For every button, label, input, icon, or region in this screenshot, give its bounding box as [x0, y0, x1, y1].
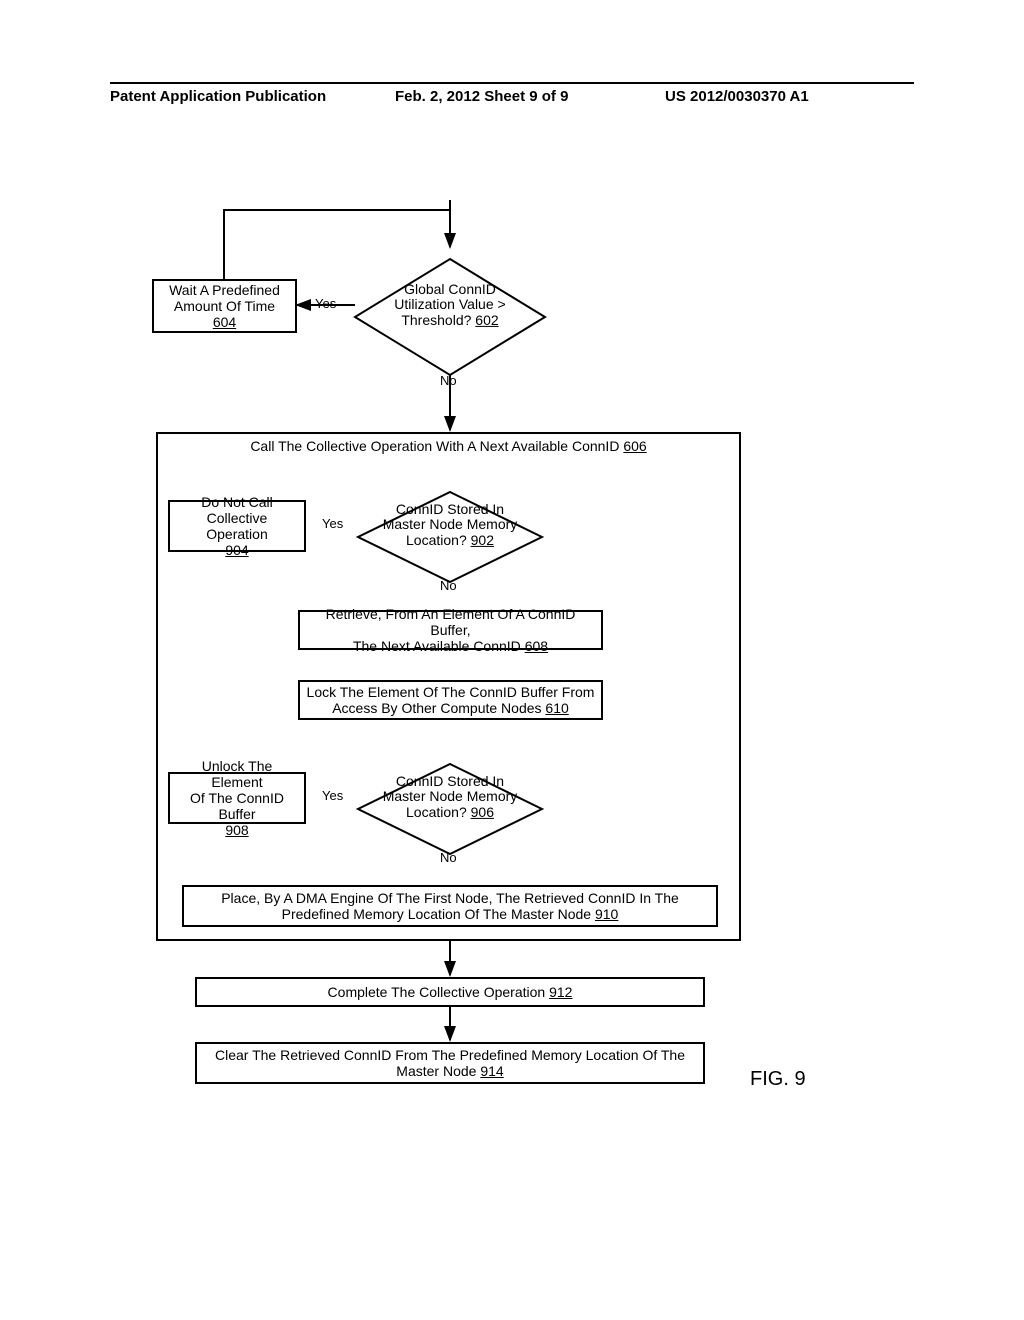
process-904: Do Not Call Collective Operation 904: [168, 500, 306, 552]
process-610-line1: Lock The Element Of The ConnID Buffer Fr…: [307, 684, 595, 700]
process-608-ref: 608: [525, 638, 548, 654]
process-908: Unlock The Element Of The ConnID Buffer …: [168, 772, 306, 824]
process-610-line2: Access By Other Compute Nodes: [332, 700, 541, 716]
decision-906-line1: ConnID Stored In: [396, 773, 504, 789]
decision-902-line3: Location?: [406, 532, 467, 548]
process-914: Clear The Retrieved ConnID From The Pred…: [195, 1042, 705, 1084]
edge-902-no: No: [440, 578, 457, 593]
decision-902-line2: Master Node Memory: [383, 516, 518, 532]
process-912: Complete The Collective Operation 912: [195, 977, 705, 1007]
process-604: Wait A Predefined Amount Of Time 604: [152, 279, 297, 333]
process-914-line2: Master Node: [396, 1063, 476, 1079]
process-608-line1: Retrieve, From An Element Of A ConnID Bu…: [326, 606, 576, 638]
figure-label: FIG. 9: [750, 1068, 806, 1091]
process-908-ref: 908: [225, 822, 248, 838]
process-910: Place, By A DMA Engine Of The First Node…: [182, 885, 718, 927]
container-606-title: Call The Collective Operation With A Nex…: [250, 438, 619, 454]
edge-902-yes: Yes: [322, 516, 343, 531]
process-912-ref: 912: [549, 984, 572, 1000]
edge-906-no: No: [440, 850, 457, 865]
process-904-line1: Do Not Call Collective: [176, 494, 298, 526]
process-910-ref: 910: [595, 906, 618, 922]
decision-906-line2: Master Node Memory: [383, 788, 518, 804]
decision-902-ref: 902: [471, 532, 494, 548]
process-910-line1: Place, By A DMA Engine Of The First Node…: [221, 890, 679, 906]
process-910-line2: Predefined Memory Location Of The Master…: [282, 906, 591, 922]
process-908-line2: Of The ConnID Buffer: [176, 790, 298, 822]
header-date-sheet: Feb. 2, 2012 Sheet 9 of 9: [395, 88, 568, 105]
decision-902-line1: ConnID Stored In: [396, 501, 504, 517]
decision-602-line2: Utilization Value >: [394, 296, 505, 312]
decision-602-line3: Threshold?: [401, 312, 471, 328]
process-604-line2: Amount Of Time: [174, 298, 275, 314]
process-604-line1: Wait A Predefined: [169, 282, 280, 298]
edge-602-yes: Yes: [315, 296, 336, 311]
process-610-ref: 610: [545, 700, 568, 716]
decision-906-ref: 906: [471, 804, 494, 820]
process-610: Lock The Element Of The ConnID Buffer Fr…: [298, 680, 603, 720]
process-914-line1: Clear The Retrieved ConnID From The Pred…: [215, 1047, 685, 1063]
header-publication: Patent Application Publication: [110, 88, 326, 105]
container-606-ref: 606: [623, 438, 646, 454]
process-912-line1: Complete The Collective Operation: [328, 984, 546, 1000]
edge-906-yes: Yes: [322, 788, 343, 803]
process-904-line2: Operation: [206, 526, 267, 542]
header-pub-number: US 2012/0030370 A1: [665, 88, 809, 105]
process-908-line1: Unlock The Element: [176, 758, 298, 790]
process-608-line2: The Next Available ConnID: [353, 638, 521, 654]
process-914-ref: 914: [480, 1063, 503, 1079]
process-904-ref: 904: [225, 542, 248, 558]
edge-602-no: No: [440, 373, 457, 388]
decision-906-line3: Location?: [406, 804, 467, 820]
process-608: Retrieve, From An Element Of A ConnID Bu…: [298, 610, 603, 650]
decision-602-ref: 602: [475, 312, 498, 328]
header-rule: [110, 82, 914, 84]
process-604-ref: 604: [213, 314, 236, 330]
decision-602-line1: Global ConnID: [404, 281, 496, 297]
